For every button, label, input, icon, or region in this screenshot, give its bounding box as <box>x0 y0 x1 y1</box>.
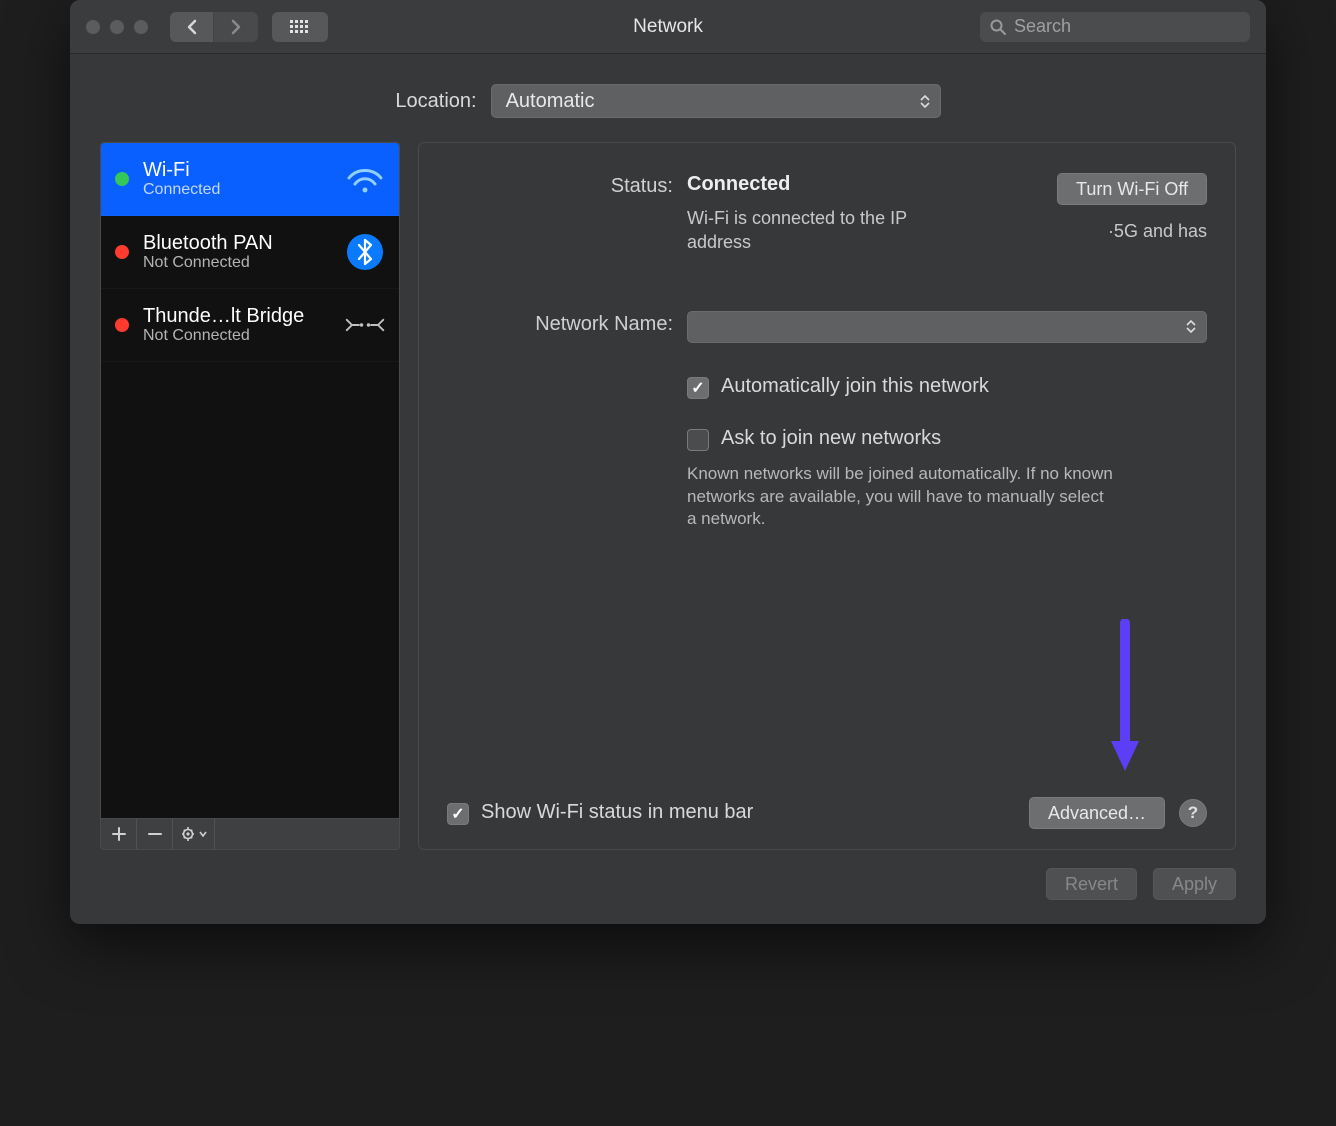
auto-join-row: Automatically join this network <box>447 375 1207 399</box>
status-description: Wi-Fi is connected to the IP address <box>687 206 907 255</box>
advanced-button[interactable]: Advanced… <box>1029 797 1165 829</box>
ask-join-checkbox-row[interactable]: Ask to join new networks <box>687 427 1207 451</box>
detail-footer: Show Wi-Fi status in menu bar Advanced… … <box>447 797 1207 829</box>
grid-icon <box>290 20 310 34</box>
content-area: Wi-Fi Connected Bluetooth PAN <box>70 142 1266 850</box>
add-interface-button[interactable] <box>101 819 137 849</box>
titlebar: Network Search <box>70 0 1266 54</box>
status-row: Status: Connected Wi-Fi is connected to … <box>447 173 1207 255</box>
location-row: Location: Automatic <box>70 54 1266 142</box>
network-name-row: Network Name: <box>447 311 1207 343</box>
status-label: Status: <box>447 173 687 198</box>
chevron-down-icon <box>199 831 207 837</box>
status-dot-icon <box>115 245 129 259</box>
ask-join-hint: Known networks will be joined automatica… <box>687 463 1117 532</box>
network-name-select[interactable] <box>687 311 1207 343</box>
sidebar-item-status: Connected <box>143 181 331 199</box>
location-label: Location: <box>395 90 476 113</box>
gear-icon <box>181 826 197 842</box>
revert-button[interactable]: Revert <box>1046 868 1137 900</box>
sidebar-item-status: Not Connected <box>143 254 331 272</box>
zoom-window-button[interactable] <box>134 20 148 34</box>
interface-list: Wi-Fi Connected Bluetooth PAN <box>100 142 400 818</box>
sidebar-item-bluetooth[interactable]: Bluetooth PAN Not Connected <box>101 216 399 289</box>
sidebar-item-thunderbolt[interactable]: Thunde…lt Bridge Not Connected <box>101 289 399 362</box>
chevron-updown-icon <box>1186 320 1196 333</box>
close-window-button[interactable] <box>86 20 100 34</box>
wifi-toggle-button[interactable]: Turn Wi-Fi Off <box>1057 173 1207 205</box>
traffic-lights <box>86 20 148 34</box>
auto-join-checkbox[interactable] <box>687 377 709 399</box>
search-placeholder: Search <box>1014 16 1071 37</box>
thunderbolt-bridge-icon <box>345 311 385 339</box>
show-all-prefs-button[interactable] <box>272 12 328 42</box>
show-menubar-label: Show Wi-Fi status in menu bar <box>481 801 753 824</box>
bluetooth-icon <box>345 234 385 270</box>
ask-join-checkbox[interactable] <box>687 429 709 451</box>
network-preferences-window: Network Search Location: Automatic <box>70 0 1266 924</box>
sidebar-item-text: Thunde…lt Bridge Not Connected <box>143 305 331 345</box>
auto-join-label: Automatically join this network <box>721 375 989 398</box>
annotation-arrow <box>1105 619 1145 779</box>
show-menubar-checkbox[interactable] <box>447 803 469 825</box>
detail-panel: Status: Connected Wi-Fi is connected to … <box>418 142 1236 850</box>
minus-icon <box>148 827 162 841</box>
status-extra: ·5G and has <box>1108 219 1207 243</box>
search-icon <box>990 19 1006 35</box>
sidebar-item-title: Thunde…lt Bridge <box>143 305 331 327</box>
show-menubar-row[interactable]: Show Wi-Fi status in menu bar <box>447 801 753 825</box>
sidebar-column: Wi-Fi Connected Bluetooth PAN <box>100 142 400 850</box>
location-select[interactable]: Automatic <box>491 84 941 118</box>
nav-back-forward <box>170 12 258 42</box>
location-value: Automatic <box>506 90 595 113</box>
sidebar-footer <box>100 818 400 850</box>
auto-join-checkbox-row[interactable]: Automatically join this network <box>687 375 1207 399</box>
minimize-window-button[interactable] <box>110 20 124 34</box>
search-input[interactable]: Search <box>980 12 1250 42</box>
plus-icon <box>112 827 126 841</box>
network-name-label: Network Name: <box>447 311 687 336</box>
wifi-icon <box>345 164 385 194</box>
sidebar-item-text: Wi-Fi Connected <box>143 159 331 199</box>
sidebar-item-text: Bluetooth PAN Not Connected <box>143 232 331 272</box>
apply-button[interactable]: Apply <box>1153 868 1236 900</box>
back-button[interactable] <box>170 12 214 42</box>
status-dot-icon <box>115 172 129 186</box>
button-bar: Revert Apply <box>70 850 1266 924</box>
remove-interface-button[interactable] <box>137 819 173 849</box>
sidebar-item-status: Not Connected <box>143 327 331 345</box>
ask-join-row: Ask to join new networks Known networks … <box>447 427 1207 532</box>
sidebar-item-title: Bluetooth PAN <box>143 232 331 254</box>
status-dot-icon <box>115 318 129 332</box>
sidebar-item-title: Wi-Fi <box>143 159 331 181</box>
interface-actions-button[interactable] <box>173 819 215 849</box>
help-button[interactable]: ? <box>1179 799 1207 827</box>
sidebar-item-wifi[interactable]: Wi-Fi Connected <box>101 143 399 216</box>
ask-join-label: Ask to join new networks <box>721 427 941 450</box>
forward-button[interactable] <box>214 12 258 42</box>
arrow-down-icon <box>1105 619 1145 779</box>
status-value: Connected <box>687 173 907 196</box>
chevron-updown-icon <box>920 95 930 108</box>
